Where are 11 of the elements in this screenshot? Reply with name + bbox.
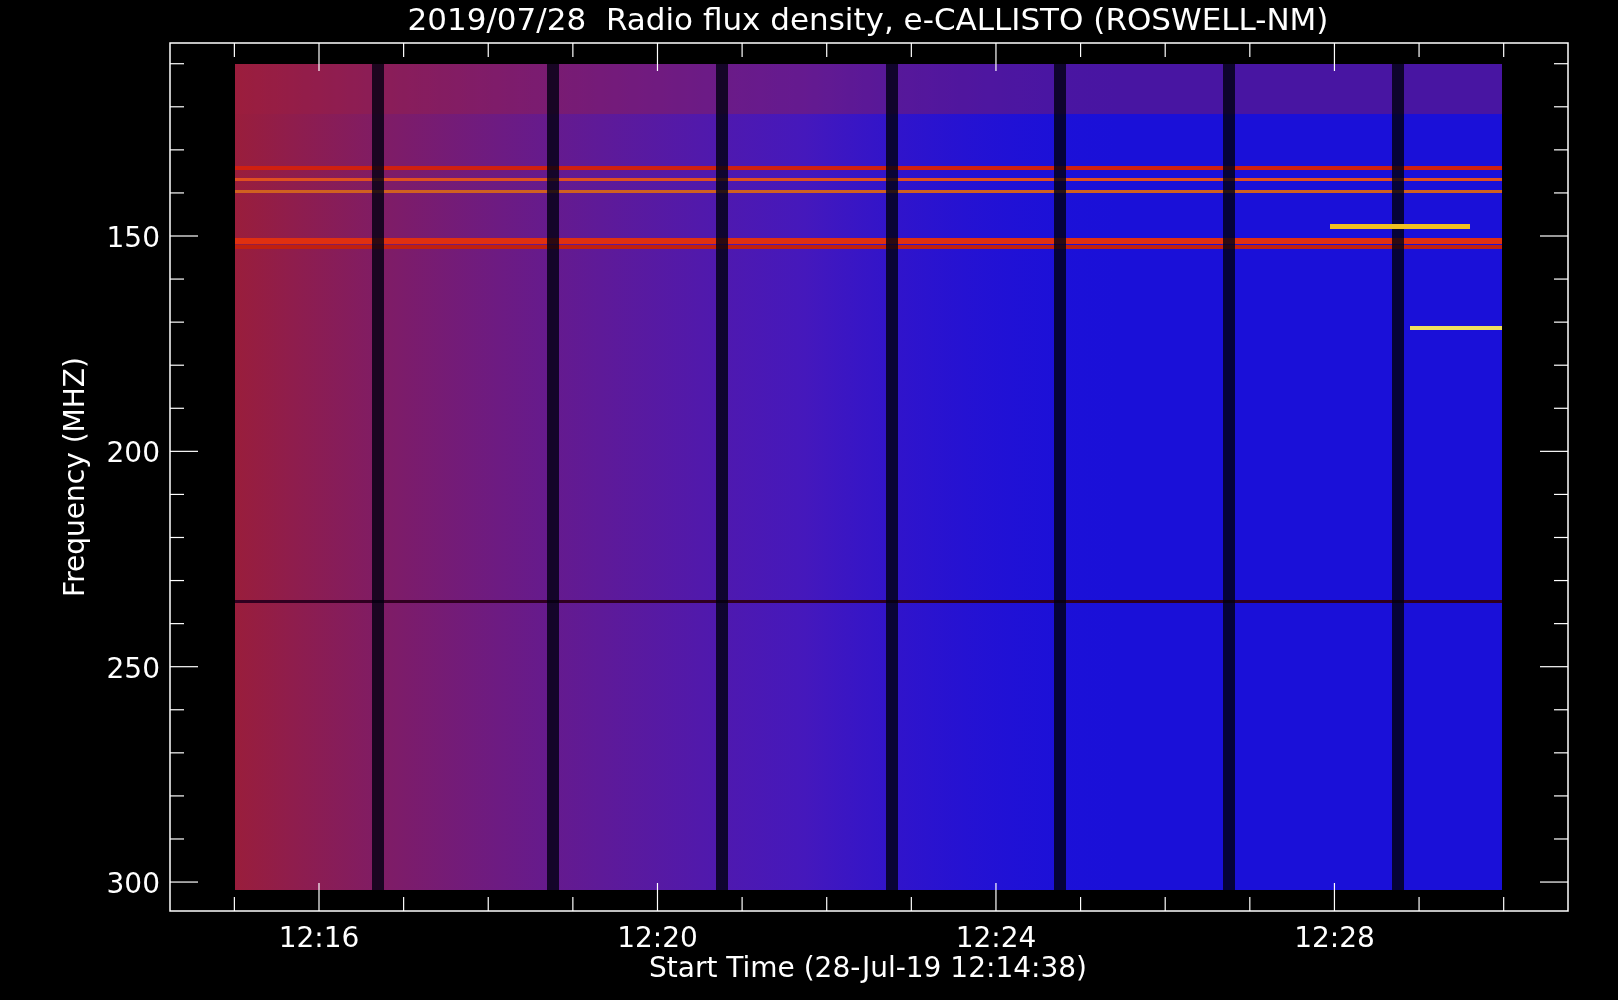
y-tick-label: 250: [106, 651, 160, 685]
chart-title: 2019/07/28 Radio flux density, e-CALLISTO (ROSWELL-NM): [407, 1, 1329, 37]
y-tick-label: 300: [106, 867, 160, 901]
y-tick-label: 200: [106, 436, 160, 470]
y-tick-label: 150: [106, 221, 160, 254]
x-axis-label: Start Time (28-Jul-19 12:14:38): [649, 951, 1087, 984]
x-tick-label: 12:16: [278, 921, 360, 954]
x-tick-label: 12:28: [1294, 921, 1375, 954]
x-tick-label: 12:20: [617, 921, 698, 954]
y-axis-label: Frequency (MHZ): [58, 357, 91, 597]
x-tick-label: 12:24: [955, 921, 1037, 954]
